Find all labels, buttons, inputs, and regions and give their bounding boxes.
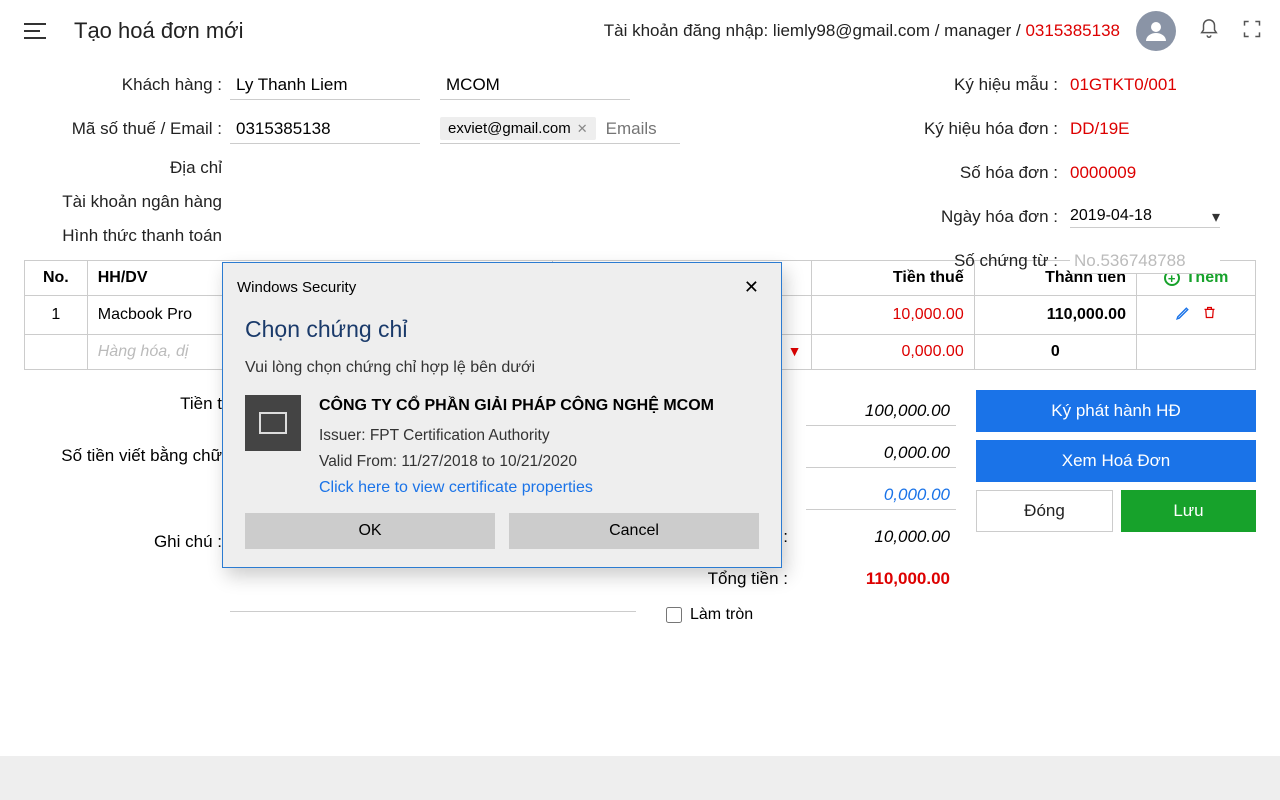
sign-button[interactable]: Ký phát hành HĐ <box>976 390 1256 432</box>
invoice-date-select[interactable]: 2019-04-18▾ <box>1070 207 1220 228</box>
company-input[interactable] <box>440 70 630 100</box>
certificate-name: CÔNG TY CỔ PHẦN GIẢI PHÁP CÔNG NGHỆ MCOM <box>319 395 714 417</box>
meta-pattern-label: Ký hiệu mẫu : <box>954 75 1058 95</box>
notification-icon[interactable] <box>1198 17 1220 46</box>
tax-code-input[interactable] <box>230 114 420 144</box>
total-amount: 100,000.00 <box>806 397 956 426</box>
meta-pattern-value: 01GTKT0/001 <box>1070 75 1220 95</box>
close-button[interactable]: Đóng <box>976 490 1113 532</box>
dialog-subtitle: Vui lòng chọn chứng chỉ hợp lệ bên dưới <box>245 359 759 377</box>
cancel-button[interactable]: Cancel <box>509 513 759 549</box>
status-bar <box>0 756 1280 800</box>
edit-icon[interactable] <box>1175 304 1192 326</box>
cell-tax: 10,000.00 <box>812 296 974 335</box>
meta-voucher-label: Số chứng từ : <box>954 251 1058 271</box>
total-line2: 0,000.00 <box>806 439 956 468</box>
new-tax-cell[interactable]: 0,000.00 <box>812 335 974 370</box>
label-tax-email: Mã số thuế / Email : <box>24 119 230 139</box>
total-grand: 110,000.00 <box>806 565 956 593</box>
certificate-icon <box>245 395 301 451</box>
certificate-properties-link[interactable]: Click here to view certificate propertie… <box>319 479 714 497</box>
view-button[interactable]: Xem Hoá Đơn <box>976 440 1256 482</box>
save-button[interactable]: Lưu <box>1121 490 1256 532</box>
certificate-item[interactable]: CÔNG TY CỔ PHẦN GIẢI PHÁP CÔNG NGHỆ MCOM… <box>245 395 759 497</box>
dialog-heading: Chọn chứng chỉ <box>245 316 759 343</box>
header-bar: Tạo hoá đơn mới Tài khoản đăng nhập: lie… <box>0 0 1280 62</box>
certificate-validity: Valid From: 11/27/2018 to 10/21/2020 <box>319 453 714 471</box>
avatar[interactable] <box>1136 11 1176 51</box>
tax-type-dropdown[interactable]: ▼ <box>788 343 802 359</box>
total-grand-label: Tổng tiền : <box>708 569 788 589</box>
meta-date-label: Ngày hóa đơn : <box>941 207 1058 227</box>
label-customer: Khách hàng : <box>24 75 230 95</box>
delete-icon[interactable] <box>1202 304 1217 326</box>
close-icon[interactable]: ✕ <box>736 273 767 302</box>
invoice-meta: Ký hiệu mẫu : 01GTKT0/001 Ký hiệu hóa đơn… <box>900 70 1220 290</box>
voucher-number-input[interactable] <box>1070 249 1220 274</box>
content: Khách hàng : Mã số thuế / Email : exviet… <box>0 62 1280 648</box>
label-payment: Hình thức thanh toán <box>24 226 230 246</box>
total-ck: 0,000.00 <box>806 481 956 510</box>
meta-serial-label: Ký hiệu hóa đơn : <box>924 119 1058 139</box>
login-info: Tài khoản đăng nhập: liemly98@gmail.com … <box>604 21 1120 41</box>
label-amount-words: Số tiền viết bằng chữ <box>24 442 230 466</box>
note-input-2[interactable] <box>230 584 636 612</box>
label-note: Ghi chú : <box>24 528 230 552</box>
label-amount-words-1: Tiền t <box>24 390 230 414</box>
remove-email-icon[interactable]: ✕ <box>577 121 588 137</box>
label-bank: Tài khoản ngân hàng <box>24 192 230 212</box>
cell-no: 1 <box>25 296 88 335</box>
round-row: Làm tròn <box>646 606 956 624</box>
new-total-cell[interactable]: 0 <box>974 335 1136 370</box>
label-address: Địa chỉ <box>24 158 230 178</box>
dialog-title: Windows Security <box>237 279 356 296</box>
meta-number-value: 0000009 <box>1070 163 1220 183</box>
login-phone[interactable]: 0315385138 <box>1025 21 1120 40</box>
ok-button[interactable]: OK <box>245 513 495 549</box>
round-label: Làm tròn <box>690 606 753 624</box>
emails-input[interactable] <box>596 119 676 139</box>
cell-total: 110,000.00 <box>974 296 1136 335</box>
page-title: Tạo hoá đơn mới <box>74 18 244 44</box>
email-chip: exviet@gmail.com✕ <box>440 117 596 140</box>
meta-serial-value: DD/19E <box>1070 119 1220 139</box>
customer-name-input[interactable] <box>230 70 420 100</box>
fullscreen-icon[interactable] <box>1242 19 1262 44</box>
email-chip-container[interactable]: exviet@gmail.com✕ <box>440 114 680 144</box>
round-checkbox[interactable] <box>666 607 682 623</box>
total-vat: 10,000.00 <box>806 523 956 551</box>
menu-icon[interactable] <box>24 23 46 39</box>
meta-number-label: Số hóa đơn : <box>960 163 1058 183</box>
certificate-dialog: Windows Security ✕ Chọn chứng chỉ Vui lò… <box>222 262 782 568</box>
action-buttons: Ký phát hành HĐ Xem Hoá Đơn Đóng Lưu <box>976 390 1256 640</box>
th-no: No. <box>25 261 88 296</box>
certificate-issuer: Issuer: FPT Certification Authority <box>319 427 714 445</box>
